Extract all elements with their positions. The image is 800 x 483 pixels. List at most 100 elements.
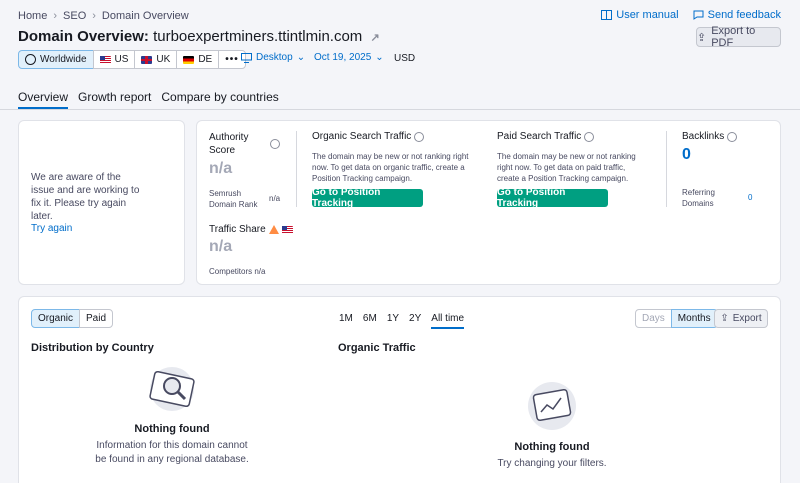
export-to-pdf-button[interactable]: ⇪ Export to PDF [696,25,781,49]
organic-traffic-header: Organic Search Traffic [312,131,425,142]
db-uk-label: UK [156,54,171,65]
date-dropdown[interactable]: Oct 19, 2025 ⌄ [314,52,384,63]
backlinks-value[interactable]: 0 [682,146,691,164]
competitors-label: Competitors [209,267,253,276]
domain-name: turboexpertminers.ttintlmin.com [153,28,363,45]
tab-overview[interactable]: Overview [18,90,69,109]
divider [666,131,667,207]
period-1y[interactable]: 1Y [387,313,399,329]
info-icon[interactable] [584,131,595,142]
backlinks-label: Backlinks [682,131,725,142]
breadcrumb-seo[interactable]: SEO [63,10,86,22]
divider [296,131,297,207]
info-icon[interactable] [727,131,738,142]
domain-rank-label: Semrush Domain Rank [209,189,258,209]
send-feedback-link[interactable]: Send feedback [693,9,781,21]
traffic-share-value: n/a [209,238,233,255]
breadcrumb: Home › SEO › Domain Overview [18,10,189,22]
upload-icon: ⇪ [697,31,707,44]
device-dropdown[interactable]: Desktop ⌄ [241,52,305,63]
external-link-icon[interactable]: ↗ [370,32,379,44]
referring-domains-label: Referring Domains [682,188,715,208]
tab-bar: Overview Growth report Compare by countr… [18,90,279,109]
period-6m[interactable]: 6M [363,313,377,329]
chevron-right-icon: › [53,10,58,22]
top-links: User manual Send feedback [601,9,781,21]
days-toggle[interactable]: Days [635,309,672,328]
us-flag-icon [99,55,111,64]
organic-traffic-label: Organic Search Traffic [312,131,412,142]
organic-toggle[interactable]: Organic [31,309,81,328]
distribution-title: Distribution by Country [31,342,154,354]
stats-card: Authority Score n/a Semrush Domain Rank … [196,120,781,285]
traffic-empty-message: Try changing your filters. [497,458,607,469]
info-icon[interactable] [414,131,425,142]
chevron-right-icon: › [92,10,96,22]
db-us-button[interactable]: US [92,50,136,69]
distribution-empty-message: Information for this domain cannot be fo… [95,440,249,465]
traffic-share-label: Traffic Share [209,224,266,235]
db-de-label: DE [198,54,213,65]
breadcrumb-home[interactable]: Home [18,10,47,22]
traffic-type-toggle: Organic Paid [31,309,114,328]
organic-position-tracking-button[interactable]: Go to Position Tracking [312,187,423,209]
chevron-down-icon: ⌄ [296,52,306,63]
db-uk-button[interactable]: UK [134,50,178,69]
magnifier-illustration-icon [149,367,195,411]
paid-toggle[interactable]: Paid [79,309,114,328]
db-worldwide-button[interactable]: Worldwide [18,50,94,69]
authority-score-section: Authority Score [209,131,269,157]
send-feedback-label: Send feedback [707,9,781,21]
period-1m[interactable]: 1M [339,313,353,329]
desktop-icon [241,52,252,63]
db-de-button[interactable]: DE [176,50,220,69]
organic-traffic-title: Organic Traffic [338,342,416,354]
more-icon: ••• [225,54,239,65]
months-toggle[interactable]: Months [670,309,718,328]
warning-icon[interactable] [268,225,279,234]
domain-rank-value: n/a [269,194,281,203]
paid-traffic-label: Paid Search Traffic [497,131,582,142]
date-label: Oct 19, 2025 [314,52,372,63]
db-us-label: US [114,54,129,65]
period-2y[interactable]: 2Y [409,313,421,329]
upload-icon: ⇪ [720,313,729,324]
authority-score-value: n/a [209,160,233,177]
chart-illustration-icon [528,382,576,430]
competitors-row: Competitors n/a [209,266,265,277]
backlinks-header: Backlinks [682,131,738,142]
paid-position-tracking-button[interactable]: Go to Position Tracking [497,187,608,209]
paid-traffic-note: The domain may be new or not ranking rig… [497,152,636,183]
user-manual-label: User manual [616,9,679,21]
breadcrumb-current: Domain Overview [101,10,189,22]
de-flag-icon [183,55,195,64]
tab-divider [0,109,800,110]
export-label: Export [732,313,762,324]
tab-growth-report[interactable]: Growth report [78,90,151,109]
try-again-link[interactable]: Try again [31,223,72,234]
chat-icon [693,10,704,20]
competitors-value: n/a [254,267,266,276]
device-label: Desktop [256,52,293,63]
distribution-empty-title: Nothing found [134,423,210,435]
us-flag-icon [281,225,293,234]
authority-score-label: Authority Score [209,132,249,156]
currency-label: USD [394,53,416,64]
user-manual-link[interactable]: User manual [601,9,679,21]
db-worldwide-label: Worldwide [40,54,87,65]
referring-domains-value[interactable]: 0 [748,192,752,203]
info-icon[interactable] [270,139,280,149]
export-button[interactable]: ⇪ Export [714,309,768,328]
paid-traffic-header: Paid Search Traffic [497,131,595,142]
error-card: We are aware of the issue and are workin… [18,120,185,285]
page-title-prefix: Domain Overview: [18,28,149,45]
tab-compare-by-countries[interactable]: Compare by countries [161,90,278,109]
granularity-toggle: Days Months [635,309,718,328]
traffic-card: Organic Paid 1M 6M 1Y 2Y All time Days M… [18,296,781,483]
page-title: Domain Overview: turboexpertminers.ttint… [18,28,380,45]
chevron-down-icon: ⌄ [375,52,384,63]
organic-traffic-note: The domain may be new or not ranking rig… [312,152,469,183]
book-icon [601,10,613,20]
period-tabs: 1M 6M 1Y 2Y All time [339,313,465,329]
period-all-time[interactable]: All time [431,313,465,329]
